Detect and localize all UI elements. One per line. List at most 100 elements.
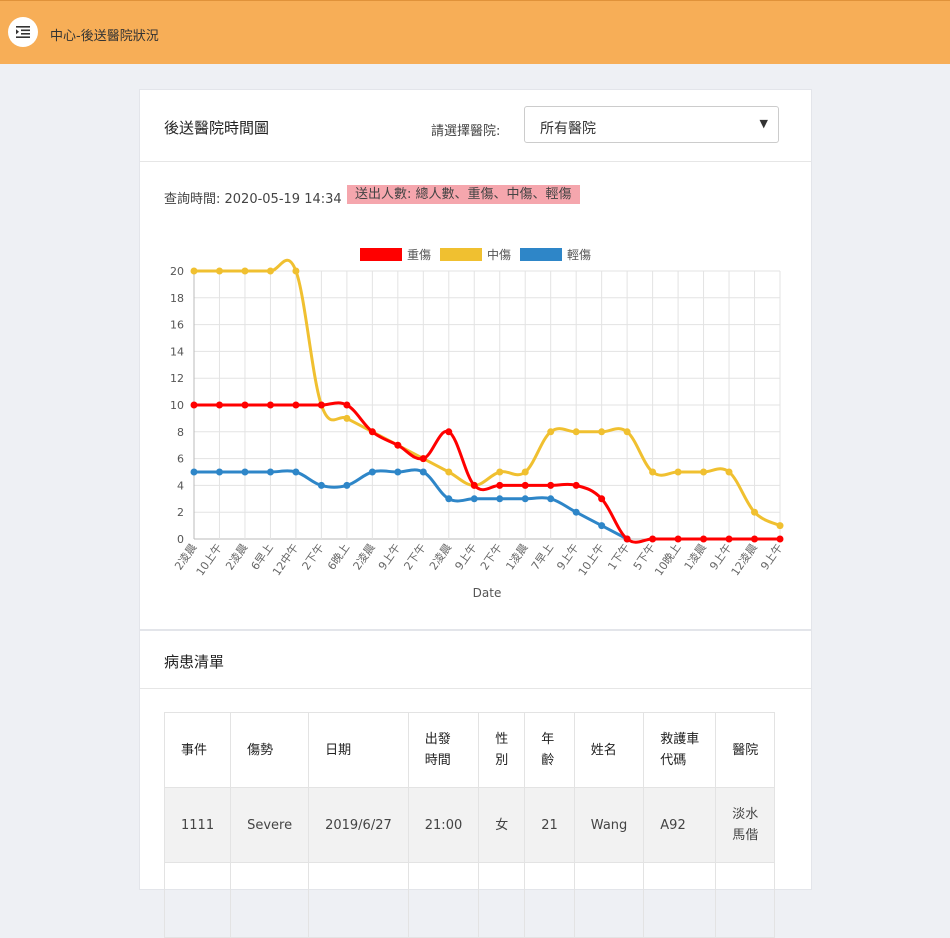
- data-point: [572, 508, 580, 516]
- x-tick-label: 2凌晨: [426, 541, 454, 573]
- data-point: [215, 267, 223, 275]
- data-point: [343, 401, 351, 409]
- legend-swatch: [360, 248, 402, 261]
- data-point: [445, 495, 453, 503]
- data-point: [623, 428, 631, 436]
- table-cell: 1111: [163, 787, 232, 863]
- top-bar: 中心-後送醫院狀況: [0, 0, 950, 64]
- table-row[interactable]: [163, 862, 776, 938]
- table-cell: 淡水 馬偕: [715, 787, 776, 863]
- legend-swatch: [520, 248, 562, 261]
- data-point: [190, 468, 198, 476]
- data-point: [598, 495, 606, 503]
- data-point: [725, 468, 733, 476]
- column-header[interactable]: 事件: [163, 712, 232, 788]
- page-title: 中心-後送醫院狀況: [50, 29, 159, 44]
- x-tick-label: 2下午: [300, 541, 327, 572]
- data-point: [445, 428, 453, 436]
- column-header[interactable]: 日期: [308, 712, 409, 788]
- column-header[interactable]: 救護車 代碼: [643, 712, 717, 788]
- x-tick-label: 7早上: [529, 541, 556, 572]
- table-cell: [524, 862, 575, 938]
- data-point: [292, 468, 300, 476]
- y-tick-label: 20: [170, 265, 184, 278]
- y-tick-label: 8: [177, 426, 184, 439]
- x-tick-label: 2凌晨: [222, 541, 250, 573]
- data-point: [674, 535, 682, 543]
- data-point: [521, 468, 529, 476]
- table-cell: [573, 862, 645, 938]
- x-tick-label: 10上午: [194, 541, 225, 578]
- y-tick-label: 12: [170, 372, 184, 385]
- data-point: [215, 401, 223, 409]
- menu-toggle-button[interactable]: [8, 17, 38, 47]
- data-point: [496, 468, 504, 476]
- table-cell: 女: [478, 787, 526, 863]
- data-point: [547, 481, 555, 489]
- column-header[interactable]: 傷勢: [230, 712, 310, 788]
- data-point: [470, 495, 478, 503]
- data-point: [623, 535, 631, 543]
- data-point: [751, 508, 759, 516]
- data-point: [368, 468, 376, 476]
- y-tick-label: 10: [170, 399, 184, 412]
- menu-indent-icon: [16, 26, 30, 38]
- data-point: [292, 401, 300, 409]
- data-point: [292, 267, 300, 275]
- data-point: [266, 267, 274, 275]
- data-point: [521, 481, 529, 489]
- data-point: [241, 267, 249, 275]
- data-point: [470, 481, 478, 489]
- data-point: [674, 468, 682, 476]
- data-point: [419, 468, 427, 476]
- y-tick-label: 2: [177, 506, 184, 519]
- y-tick-label: 14: [170, 345, 184, 358]
- column-header[interactable]: 出發 時間: [407, 712, 480, 788]
- y-tick-label: 0: [177, 533, 184, 546]
- patient-table: 事件 傷勢 日期 出發 時間性 別年 齡姓名 救護車 代碼 醫院 1111 Severe 20…: [163, 712, 776, 938]
- x-tick-label: 1凌晨: [681, 541, 709, 573]
- data-point: [317, 481, 325, 489]
- data-point: [572, 428, 580, 436]
- x-tick-label: 2凌晨: [350, 541, 378, 573]
- x-tick-label: 2下午: [401, 541, 428, 572]
- table-cell: [163, 862, 232, 938]
- data-point: [343, 414, 351, 422]
- data-point: [751, 535, 759, 543]
- data-point: [394, 441, 402, 449]
- data-point: [394, 468, 402, 476]
- y-tick-label: 4: [177, 479, 184, 492]
- x-tick-label: 9上午: [452, 541, 479, 572]
- patient-list-card: 病患清單 事件 傷勢 日期 出發 時間性 別年 齡姓名 救護車 代碼 醫院 1111 Sev…: [139, 630, 812, 938]
- y-tick-label: 16: [170, 319, 184, 332]
- data-point: [190, 401, 198, 409]
- table-cell: 2019/6/27: [308, 787, 409, 863]
- table-row[interactable]: 1111 Severe 2019/6/27 21:00 女 21 Wang A92 淡水 馬偕: [163, 787, 776, 863]
- data-point: [700, 468, 708, 476]
- data-point: [572, 481, 580, 489]
- x-tick-label: 10上午: [576, 541, 607, 578]
- x-tick-label: 12凌晨: [728, 541, 760, 579]
- data-point: [725, 535, 733, 543]
- column-header[interactable]: 姓名: [573, 712, 645, 788]
- table-header-row: 事件 傷勢 日期 出發 時間性 別年 齡姓名 救護車 代碼 醫院: [163, 712, 776, 788]
- data-point: [776, 535, 784, 543]
- card-title: 病患清單: [164, 653, 225, 671]
- x-tick-label: 10晚上: [652, 541, 683, 578]
- x-tick-label: 9上午: [376, 541, 403, 572]
- data-point: [241, 401, 249, 409]
- table-cell: Wang: [573, 787, 645, 863]
- card-header: 病患清單: [140, 631, 811, 689]
- data-point: [700, 535, 708, 543]
- column-header[interactable]: 性 別: [478, 712, 526, 788]
- table-cell: [715, 862, 776, 938]
- data-point: [241, 468, 249, 476]
- injury-timeline-chart: 024681012141618202凌晨10上午2凌晨6早上12中午2下午6晚上…: [170, 247, 785, 600]
- data-point: [368, 428, 376, 436]
- column-header[interactable]: 年 齡: [524, 712, 575, 788]
- legend-label: 中傷: [487, 247, 511, 262]
- table-cell: [478, 862, 526, 938]
- column-header[interactable]: 醫院: [715, 712, 776, 788]
- data-point: [649, 468, 657, 476]
- legend-label: 輕傷: [567, 247, 591, 262]
